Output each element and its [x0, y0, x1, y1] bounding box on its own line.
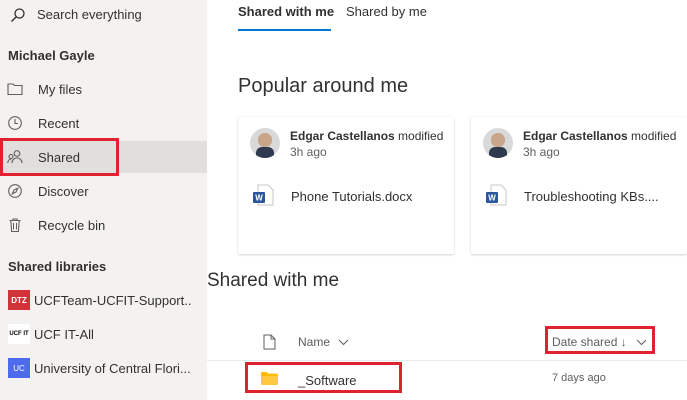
avatar [250, 128, 280, 158]
library-label: University of Central Flori... [34, 360, 191, 376]
nav-item-my-files[interactable]: My files [0, 73, 207, 105]
library-item-university[interactable]: UC University of Central Flori... [0, 353, 207, 383]
card-person: Edgar Castellanos [290, 129, 395, 143]
library-label: UCFTeam-UCFIT-Support... [34, 292, 192, 308]
library-badge: UCF IT [8, 324, 30, 344]
svg-text:W: W [255, 194, 263, 203]
left-navigation: Search everything Michael Gayle My files… [0, 0, 207, 400]
card-action: modified [398, 129, 444, 143]
tab-shared-with-me[interactable]: Shared with me [238, 4, 334, 19]
nav-item-recent[interactable]: Recent [0, 107, 207, 139]
tab-bar: Shared with me Shared by me [207, 0, 687, 32]
nav-item-label: My files [38, 81, 83, 97]
card-time: 3h ago [523, 145, 560, 159]
card-person: Edgar Castellanos [523, 129, 628, 143]
highlight-shared [0, 138, 119, 176]
popular-heading: Popular around me [238, 75, 409, 97]
clock-icon [8, 116, 22, 130]
chevron-down-icon [338, 339, 349, 346]
nav-item-label: Recycle bin [38, 217, 106, 233]
library-item-ucfteam[interactable]: DTZ UCFTeam-UCFIT-Support... [0, 285, 207, 315]
nav-item-label: Discover [38, 183, 89, 199]
search-icon [11, 8, 25, 22]
card-action: modified [631, 129, 677, 143]
compass-icon [8, 184, 22, 198]
popular-card[interactable]: Edgar Castellanos modified 3h ago W Trou… [471, 117, 687, 254]
popular-card[interactable]: Edgar Castellanos modified 3h ago W Phon… [238, 117, 454, 254]
card-activity: Edgar Castellanos modified [290, 129, 443, 143]
row-date-shared: 7 days ago [552, 372, 606, 384]
library-item-ucf-it-all[interactable]: UCF IT UCF IT-All [0, 319, 207, 349]
highlight-date-shared [545, 326, 655, 354]
nav-item-discover[interactable]: Discover [0, 175, 207, 207]
card-time: 3h ago [290, 145, 327, 159]
tab-shared-by-me[interactable]: Shared by me [346, 4, 427, 19]
highlight-software-folder [245, 362, 402, 393]
active-tab-indicator [238, 29, 331, 31]
nav-item-recycle-bin[interactable]: Recycle bin [0, 209, 207, 241]
user-name: Michael Gayle [8, 48, 95, 63]
column-header-name[interactable]: Name [298, 326, 349, 358]
shared-libraries-heading: Shared libraries [8, 259, 107, 274]
folder-icon [7, 83, 23, 96]
word-document-icon: W [486, 184, 507, 206]
card-file-name[interactable]: Phone Tutorials.docx [291, 189, 412, 204]
trash-icon [9, 218, 21, 233]
search-placeholder[interactable]: Search everything [37, 7, 142, 22]
file-type-icon[interactable] [263, 334, 276, 350]
card-activity: Edgar Castellanos modified [523, 129, 676, 143]
column-header-label: Name [298, 335, 331, 349]
library-badge: UC [8, 358, 30, 378]
svg-text:W: W [488, 194, 496, 203]
shared-with-me-heading: Shared with me [207, 270, 340, 291]
library-label: UCF IT-All [34, 326, 94, 342]
word-document-icon: W [253, 184, 274, 206]
search-box[interactable]: Search everything [0, 0, 207, 30]
card-file-name[interactable]: Troubleshooting KBs.... [524, 189, 659, 204]
library-badge: DTZ [8, 290, 30, 310]
avatar [483, 128, 513, 158]
nav-item-label: Recent [38, 115, 80, 131]
